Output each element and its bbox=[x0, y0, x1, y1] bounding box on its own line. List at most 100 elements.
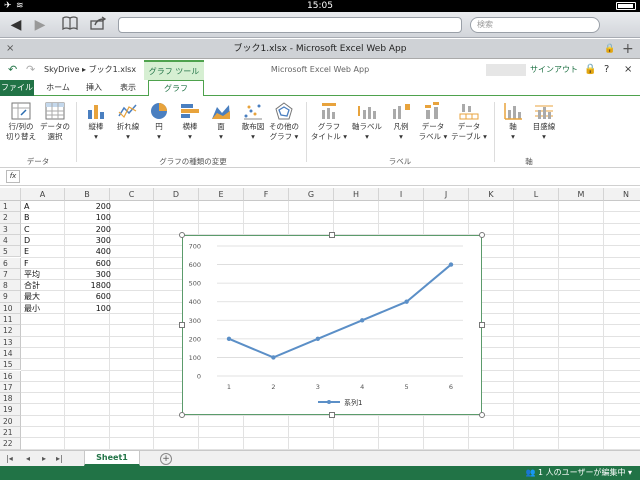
column-header[interactable]: I bbox=[379, 188, 424, 201]
prev-sheet-button[interactable]: ◂ bbox=[26, 451, 30, 467]
pie-chart-button[interactable]: 円 ▾ bbox=[146, 102, 172, 142]
formula-input[interactable] bbox=[26, 168, 636, 186]
legend-button[interactable]: 凡例 ▾ bbox=[388, 102, 414, 142]
tab-view[interactable]: 表示 bbox=[112, 80, 144, 96]
cell-b[interactable]: 200 bbox=[67, 224, 111, 235]
chart-resize-handle[interactable] bbox=[179, 232, 185, 238]
chart-resize-handle[interactable] bbox=[479, 232, 485, 238]
data-labels-button[interactable]: データ ラベル ▾ bbox=[418, 102, 448, 142]
cell-a[interactable]: 平均 bbox=[24, 269, 40, 280]
row-header[interactable]: 16 bbox=[0, 370, 21, 382]
select-all-corner[interactable] bbox=[0, 188, 21, 201]
next-sheet-button[interactable]: ▸ bbox=[42, 451, 46, 467]
row-header[interactable]: 3 bbox=[0, 223, 21, 235]
column-chart-button[interactable]: 縦棒 ▾ bbox=[82, 102, 110, 142]
function-icon[interactable]: fx bbox=[6, 170, 20, 183]
row-header[interactable]: 13 bbox=[0, 336, 21, 348]
scatter-chart-button[interactable]: 散布図 ▾ bbox=[236, 102, 270, 142]
cell-a[interactable]: 最大 bbox=[24, 291, 40, 302]
close-icon[interactable]: × bbox=[624, 60, 632, 80]
redo-icon[interactable]: ↷ bbox=[26, 63, 35, 76]
column-header[interactable]: A bbox=[21, 188, 65, 201]
gridlines-button[interactable]: 目盛線 ▾ bbox=[528, 102, 560, 142]
column-header[interactable]: L bbox=[514, 188, 559, 201]
column-header[interactable]: E bbox=[199, 188, 244, 201]
line-chart-button[interactable]: 折れ線 ▾ bbox=[112, 102, 144, 142]
row-header[interactable]: 8 bbox=[0, 280, 21, 292]
spreadsheet-grid[interactable]: ABCDEFGHIJKLMN 1 2 3 4 5 6 7 8 9 10 11 12 13 14 15 16 17… bbox=[0, 188, 640, 450]
forward-icon[interactable]: ▶ bbox=[30, 16, 50, 34]
column-header[interactable]: J bbox=[424, 188, 469, 201]
column-header[interactable]: C bbox=[110, 188, 154, 201]
cell-a[interactable]: E bbox=[24, 246, 29, 257]
tab-sheet1[interactable]: Sheet1 bbox=[84, 451, 140, 466]
chart-resize-handle[interactable] bbox=[479, 322, 485, 328]
share-icon[interactable] bbox=[88, 16, 108, 34]
row-header[interactable]: 20 bbox=[0, 415, 21, 427]
search-input[interactable]: 検索 bbox=[470, 17, 600, 33]
undo-icon[interactable]: ↶ bbox=[8, 63, 17, 76]
chart-title-button[interactable]: グラフ タイトル ▾ bbox=[310, 102, 348, 142]
row-header[interactable]: 14 bbox=[0, 347, 21, 360]
lock-icon[interactable]: 🔒 bbox=[584, 60, 596, 80]
data-table-button[interactable]: データ テーブル ▾ bbox=[450, 102, 488, 142]
row-header[interactable]: 11 bbox=[0, 314, 21, 326]
row-header[interactable]: 19 bbox=[0, 404, 21, 416]
cell-a[interactable]: 最小 bbox=[24, 303, 40, 314]
row-header[interactable]: 10 bbox=[0, 302, 21, 314]
area-chart-button[interactable]: 面 ▾ bbox=[208, 102, 234, 142]
new-tab-button[interactable]: + bbox=[622, 39, 634, 59]
cell-a[interactable]: A bbox=[24, 201, 29, 212]
cell-b[interactable]: 200 bbox=[67, 201, 111, 212]
cell-a[interactable]: 合計 bbox=[24, 280, 40, 291]
row-header[interactable]: 12 bbox=[0, 325, 21, 337]
column-header[interactable]: M bbox=[559, 188, 604, 201]
editors-indicator[interactable]: 👥 1 人のユーザーが編集中 ▾ bbox=[525, 466, 632, 480]
tab-file[interactable]: ファイル bbox=[0, 80, 34, 96]
cell-b[interactable]: 1800 bbox=[67, 280, 111, 291]
row-header[interactable]: 18 bbox=[0, 393, 21, 405]
cell-b[interactable]: 600 bbox=[67, 258, 111, 269]
line-chart[interactable]: 0 100 200 300 400 500 600 700 1 2 3 4 5 6 系列1 bbox=[179, 232, 485, 418]
cell-b[interactable]: 100 bbox=[67, 212, 111, 223]
cell-a[interactable]: D bbox=[24, 235, 30, 246]
bar-chart-button[interactable]: 横棒 ▾ bbox=[176, 102, 204, 142]
row-header[interactable]: 15 bbox=[0, 359, 21, 371]
axes-button[interactable]: 軸 ▾ bbox=[500, 102, 526, 142]
axis-titles-button[interactable]: 軸ラベル ▾ bbox=[350, 102, 384, 142]
column-header[interactable]: B bbox=[65, 188, 110, 201]
chart-resize-handle[interactable] bbox=[179, 412, 185, 418]
tab-chart[interactable]: グラフ bbox=[148, 80, 204, 97]
cell-a[interactable]: B bbox=[24, 212, 30, 223]
tab-insert[interactable]: 挿入 bbox=[78, 80, 110, 96]
cell-a[interactable]: C bbox=[24, 224, 30, 235]
add-sheet-button[interactable]: + bbox=[160, 453, 172, 465]
cell-b[interactable]: 300 bbox=[67, 235, 111, 246]
cell-b[interactable]: 400 bbox=[67, 246, 111, 257]
last-sheet-button[interactable]: ▸| bbox=[56, 451, 63, 467]
column-header[interactable]: G bbox=[289, 188, 334, 201]
tab-home[interactable]: ホーム bbox=[40, 80, 76, 96]
chart-resize-handle[interactable] bbox=[329, 412, 335, 418]
row-header[interactable]: 1 bbox=[0, 201, 21, 213]
row-header[interactable]: 9 bbox=[0, 291, 21, 303]
row-header[interactable]: 17 bbox=[0, 381, 21, 394]
row-header[interactable]: 5 bbox=[0, 246, 21, 258]
switch-row-column-button[interactable]: 行/列の 切り替え bbox=[4, 102, 38, 142]
column-header[interactable]: F bbox=[244, 188, 289, 201]
column-header[interactable]: H bbox=[334, 188, 379, 201]
select-data-button[interactable]: データの 選択 bbox=[38, 102, 72, 142]
url-field[interactable] bbox=[118, 17, 462, 33]
cell-a[interactable]: F bbox=[24, 258, 29, 269]
row-header[interactable]: 6 bbox=[0, 257, 21, 269]
bookmarks-icon[interactable] bbox=[60, 16, 80, 34]
cell-b[interactable]: 300 bbox=[67, 269, 111, 280]
column-header[interactable]: N bbox=[604, 188, 640, 201]
column-header[interactable]: D bbox=[154, 188, 199, 201]
other-charts-button[interactable]: その他の グラフ ▾ bbox=[268, 102, 300, 142]
row-header[interactable]: 2 bbox=[0, 212, 21, 224]
chart-resize-handle[interactable] bbox=[179, 322, 185, 328]
chart-resize-handle[interactable] bbox=[329, 232, 335, 238]
row-header[interactable]: 21 bbox=[0, 427, 21, 439]
back-icon[interactable]: ◀ bbox=[6, 16, 26, 34]
